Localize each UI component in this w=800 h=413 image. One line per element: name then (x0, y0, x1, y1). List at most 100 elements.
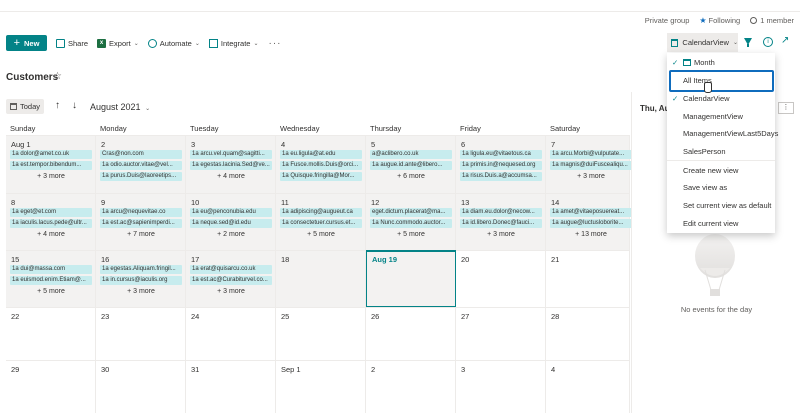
favorite-star-icon[interactable]: ☆ (53, 71, 62, 82)
next-month-arrow-icon[interactable]: ↓ (72, 100, 77, 111)
calendar-event[interactable]: 1a est.ac@Curabiturvel.co... (190, 276, 272, 285)
calendar-event[interactable]: a@aclibero.co.uk (370, 150, 452, 159)
new-button[interactable]: + New (6, 35, 47, 51)
calendar-day-cell[interactable]: 20 (456, 250, 546, 307)
calendar-day-cell[interactable]: 15 1a dui@massa.com 1a euismod.enim.Etiam@… (6, 250, 96, 307)
calendar-event[interactable]: 1a id.libero.Donec@fauci... (460, 219, 542, 228)
more-events-link[interactable]: + 5 more (366, 231, 456, 238)
view-menu-item[interactable]: SalesPerson (667, 144, 775, 160)
view-menu-item[interactable]: Set current view as default (667, 198, 775, 214)
more-events-link[interactable]: + 5 more (276, 231, 366, 238)
calendar-event[interactable]: 1a risus.Duis.a@accumsa... (460, 172, 542, 181)
calendar-event[interactable]: 1a eu@penconubia.edu (190, 208, 272, 217)
calendar-day-cell[interactable]: 28 (546, 307, 630, 360)
collapse-icon[interactable]: ↗ (781, 35, 789, 46)
more-events-link[interactable]: + 3 more (456, 231, 546, 238)
calendar-event[interactable]: 1a primis.in@nequesed.org (460, 161, 542, 170)
integrate-button[interactable]: Integrate ⌄ (208, 38, 259, 48)
calendar-day-cell[interactable]: 3 (456, 360, 546, 413)
calendar-event[interactable]: Cras@non.com (100, 150, 182, 159)
calendar-day-cell[interactable]: 9 1a arcu@nequevitae.co 1a est.ac@sapienim… (96, 193, 186, 250)
calendar-event[interactable]: 1a arcu@nequevitae.co (100, 208, 182, 217)
calendar-event[interactable]: 1a Quisque.fringilla@Mor... (280, 172, 362, 181)
pane-chip-button[interactable]: ⋮ (778, 102, 794, 114)
calendar-event[interactable]: 1a iaculis.lacus.pede@ultr... (10, 219, 92, 228)
share-button[interactable]: Share (56, 38, 88, 48)
view-menu-item[interactable]: ManagementViewLast5Days (667, 126, 778, 142)
automate-button[interactable]: Automate ⌄ (147, 38, 200, 48)
more-events-link[interactable]: + 5 more (6, 288, 96, 295)
calendar-day-cell[interactable]: 2 Cras@non.com 1a odio.auctor.vitae@vel...… (96, 135, 186, 193)
calendar-day-cell[interactable]: Aug 19 (366, 250, 456, 307)
calendar-day-cell[interactable]: 22 (6, 307, 96, 360)
calendar-day-cell[interactable]: 5 a@aclibero.co.uk 1a augue.id.ante@libero… (366, 135, 456, 193)
view-menu-item[interactable]: ManagementView (667, 109, 775, 125)
more-events-link[interactable]: + 4 more (6, 231, 96, 238)
more-events-link[interactable]: + 3 more (96, 288, 186, 295)
calendar-event[interactable]: 1a amet@vitaeposuereat... (550, 208, 632, 217)
calendar-event[interactable]: 1a dui@massa.com (10, 265, 92, 274)
calendar-event[interactable]: 1a dolor@amet.co.uk (10, 150, 92, 159)
more-events-link[interactable]: + 2 more (186, 231, 276, 238)
calendar-day-cell[interactable]: 23 (96, 307, 186, 360)
calendar-day-cell[interactable]: 26 (366, 307, 456, 360)
calendar-day-cell[interactable]: 3 1a arcu.vel.quam@sagitti... 1a egestas.l… (186, 135, 276, 193)
calendar-day-cell[interactable]: 10 1a eu@penconubia.edu 1a neque.sed@id.ed… (186, 193, 276, 250)
more-events-link[interactable]: + 6 more (366, 173, 456, 180)
calendar-event[interactable]: 1a eu.ligula@at.edu (280, 150, 362, 159)
calendar-event[interactable]: 1a erat@quisarcu.co.uk (190, 265, 272, 274)
view-menu-item[interactable]: Edit current view (667, 216, 775, 232)
calendar-day-cell[interactable]: 25 (276, 307, 366, 360)
filter-icon[interactable] (744, 38, 752, 47)
calendar-event[interactable]: 1a augue@luctusloborite... (550, 219, 632, 228)
more-commands-button[interactable]: ··· (269, 38, 282, 49)
calendar-day-cell[interactable]: 31 (186, 360, 276, 413)
calendar-day-cell[interactable]: 8 1a eget@et.com 1a iaculis.lacus.pede@ult… (6, 193, 96, 250)
calendar-day-cell[interactable]: 27 (456, 307, 546, 360)
calendar-event[interactable]: 1a Fusce.mollis.Duis@orci... (280, 161, 362, 170)
calendar-event[interactable]: 1a Nunc.commodo.auctor... (370, 219, 452, 228)
view-menu-item[interactable]: All Items (667, 73, 775, 89)
calendar-event[interactable]: 1a in.cursus@iaculis.org (100, 276, 182, 285)
calendar-event[interactable]: 1a odio.auctor.vitae@vel... (100, 161, 182, 170)
calendar-day-cell[interactable]: 21 (546, 250, 630, 307)
calendar-event[interactable]: 1a diam.eu.dolor@necow... (460, 208, 542, 217)
calendar-event[interactable]: 1a arcu.Morbi@vulputate... (550, 150, 632, 159)
calendar-event[interactable]: 1a egestas.Aliquam.fringil... (100, 265, 182, 274)
more-events-link[interactable]: + 3 more (186, 288, 276, 295)
view-menu-item[interactable]: Save view as (667, 180, 775, 196)
calendar-day-cell[interactable]: 14 1a amet@vitaeposuereat... 1a augue@luct… (546, 193, 632, 250)
view-switcher[interactable]: CalendarView ⌄ (667, 33, 738, 52)
calendar-day-cell[interactable]: 6 1a ligula.eu@vitaetous.ca 1a primis.in@n… (456, 135, 546, 193)
calendar-day-cell[interactable]: 16 1a egestas.Aliquam.fringil... 1a in.cur… (96, 250, 186, 307)
export-button[interactable]: x Export ⌄ (97, 38, 139, 48)
calendar-event[interactable]: 1a est.ac@sapienimperdi... (100, 219, 182, 228)
more-events-link[interactable]: + 3 more (6, 173, 96, 180)
today-button[interactable]: Today (6, 99, 44, 114)
calendar-day-cell[interactable]: 12 eget.dictum.placerat@ma... 1a Nunc.comm… (366, 193, 456, 250)
calendar-day-cell[interactable]: 18 (276, 250, 366, 307)
calendar-day-cell[interactable]: 2 (366, 360, 456, 413)
more-events-link[interactable]: + 4 more (186, 173, 276, 180)
calendar-day-cell[interactable]: 11 1a adipiscing@augueut.ca 1a consectetue… (276, 193, 366, 250)
more-events-link[interactable]: + 7 more (96, 231, 186, 238)
calendar-day-cell[interactable]: 17 1a erat@quisarcu.co.uk 1a est.ac@Curabi… (186, 250, 276, 307)
previous-month-arrow-icon[interactable]: ↑ (55, 100, 60, 111)
month-picker[interactable]: August 2021 ⌄ (90, 102, 150, 112)
calendar-event[interactable]: 1a adipiscing@augueut.ca (280, 208, 362, 217)
calendar-day-cell[interactable]: 30 (96, 360, 186, 413)
view-menu-item[interactable]: Create new view (667, 163, 775, 179)
calendar-event[interactable]: 1a eget@et.com (10, 208, 92, 217)
calendar-day-cell[interactable]: 4 1a eu.ligula@at.edu 1a Fusce.mollis.Duis… (276, 135, 366, 193)
calendar-day-cell[interactable]: 24 (186, 307, 276, 360)
more-events-link[interactable]: + 3 more (546, 173, 636, 180)
calendar-event[interactable]: 1a purus.Duis@laoreetips... (100, 172, 182, 181)
calendar-event[interactable]: 1a consectetuer.cursus.et... (280, 219, 362, 228)
calendar-event[interactable]: 1a magnis@duiFuscealiqu... (550, 161, 632, 170)
calendar-event[interactable]: 1a arcu.vel.quam@sagitti... (190, 150, 272, 159)
calendar-day-cell[interactable]: 29 (6, 360, 96, 413)
follow-button[interactable]: ★ Following (699, 16, 740, 25)
view-menu-item[interactable]: ✓ CalendarView (667, 91, 775, 107)
calendar-day-cell[interactable]: 4 (546, 360, 630, 413)
calendar-event[interactable]: 1a augue.id.ante@libero... (370, 161, 452, 170)
